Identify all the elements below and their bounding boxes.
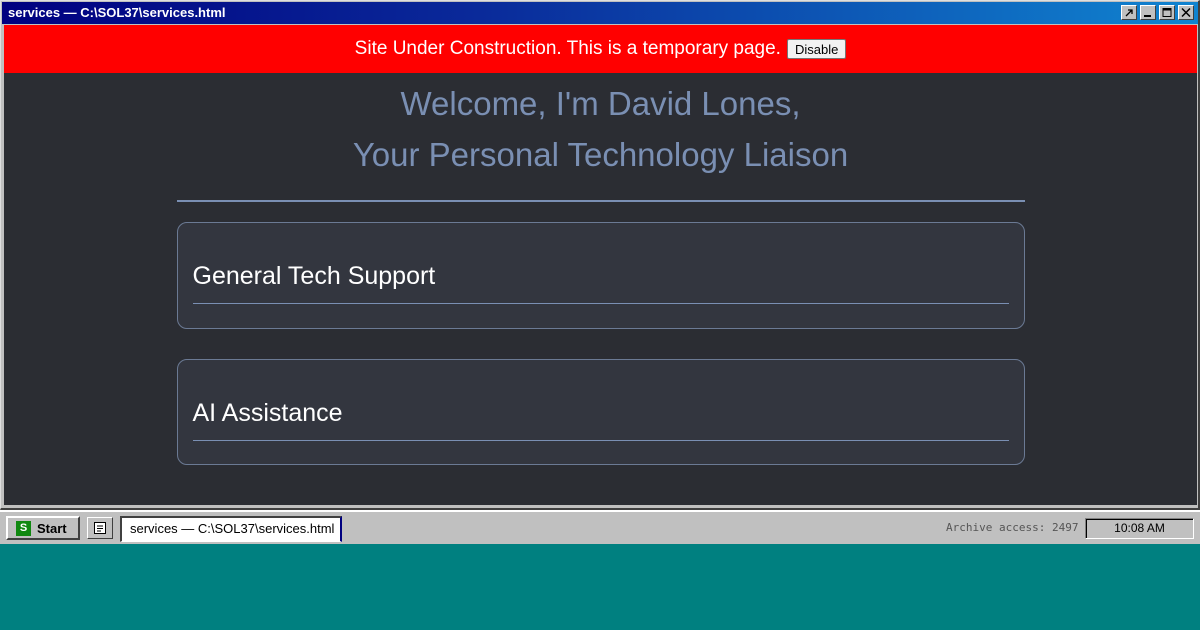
restore-arrow-button[interactable] bbox=[1121, 5, 1137, 20]
quick-launch-button[interactable] bbox=[87, 517, 113, 539]
service-card-title: AI Assistance bbox=[192, 396, 1009, 441]
document-icon bbox=[94, 522, 106, 534]
minimize-button[interactable] bbox=[1140, 5, 1156, 20]
banner-message: Site Under Construction. This is a tempo… bbox=[354, 38, 781, 59]
maximize-icon bbox=[1162, 8, 1172, 17]
taskbar: S Start services — C:\SOL37\services.htm… bbox=[0, 510, 1200, 544]
close-button[interactable] bbox=[1178, 5, 1194, 20]
start-label: Start bbox=[37, 520, 67, 536]
browser-window: services — C:\SOL37\services.html Site U… bbox=[0, 0, 1200, 510]
service-card-general-tech-support[interactable]: General Tech Support bbox=[176, 222, 1025, 329]
service-card-ai-assistance[interactable]: AI Assistance bbox=[176, 359, 1025, 465]
start-logo-icon: S bbox=[16, 520, 31, 536]
construction-banner: Site Under Construction. This is a tempo… bbox=[4, 25, 1197, 73]
service-card-title: General Tech Support bbox=[192, 259, 1009, 304]
hero-heading: Welcome, I'm David Lones, Your Personal … bbox=[4, 78, 1197, 180]
hero-divider bbox=[176, 200, 1025, 202]
maximize-button[interactable] bbox=[1159, 5, 1175, 20]
minimize-icon bbox=[1144, 15, 1151, 17]
hero-line-1: Welcome, I'm David Lones, bbox=[400, 85, 801, 122]
page-content: Site Under Construction. This is a tempo… bbox=[4, 25, 1197, 505]
restore-arrow-icon bbox=[1125, 9, 1133, 17]
taskbar-clock: 10:08 AM bbox=[1085, 518, 1194, 539]
window-title: services — C:\SOL37\services.html bbox=[8, 5, 226, 20]
window-titlebar[interactable]: services — C:\SOL37\services.html bbox=[2, 2, 1198, 24]
archive-access-counter: Archive access: 2497 bbox=[946, 521, 1079, 534]
start-button[interactable]: S Start bbox=[6, 516, 80, 540]
hero-line-2: Your Personal Technology Liaison bbox=[352, 136, 849, 173]
taskbar-task-services[interactable]: services — C:\SOL37\services.html bbox=[120, 516, 342, 542]
disable-button[interactable]: Disable bbox=[786, 39, 847, 59]
close-icon bbox=[1181, 8, 1191, 17]
window-controls bbox=[1121, 5, 1194, 20]
